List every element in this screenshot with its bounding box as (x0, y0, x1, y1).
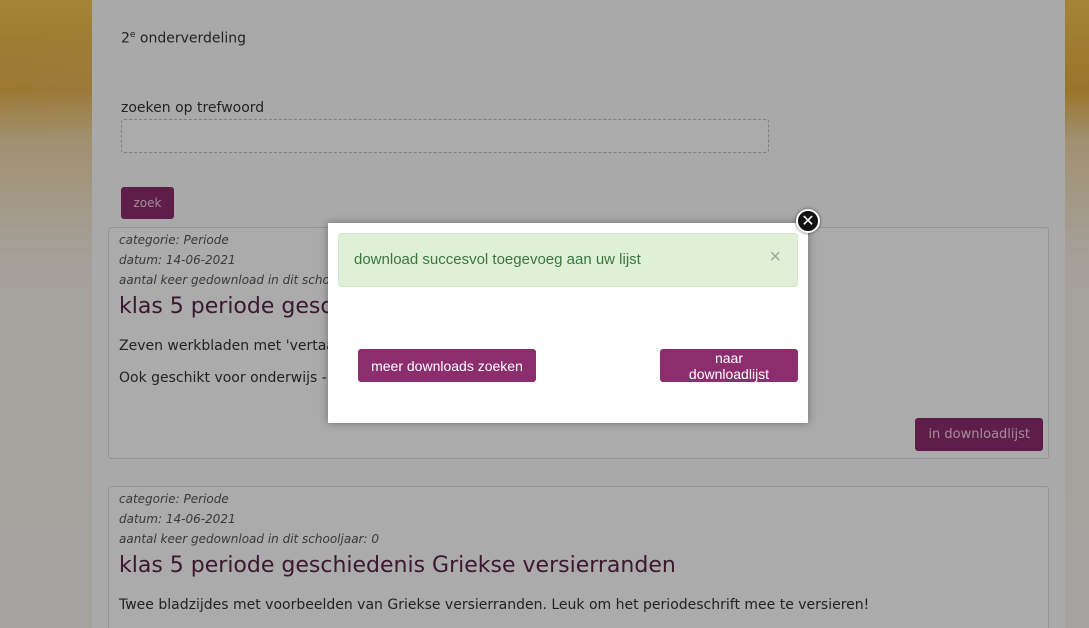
close-icon[interactable]: ✕ (796, 209, 820, 233)
success-message: download succesvol toegevoeg aan uw lijs… (354, 251, 641, 268)
success-alert: download succesvol toegevoeg aan uw lijs… (338, 233, 798, 287)
more-downloads-button[interactable]: meer downloads zoeken (358, 349, 536, 382)
go-to-downloadlist-button[interactable]: naar downloadlijst (660, 349, 798, 382)
confirmation-modal: download succesvol toegevoeg aan uw lijs… (328, 223, 808, 423)
alert-dismiss-icon[interactable]: × (769, 247, 781, 267)
